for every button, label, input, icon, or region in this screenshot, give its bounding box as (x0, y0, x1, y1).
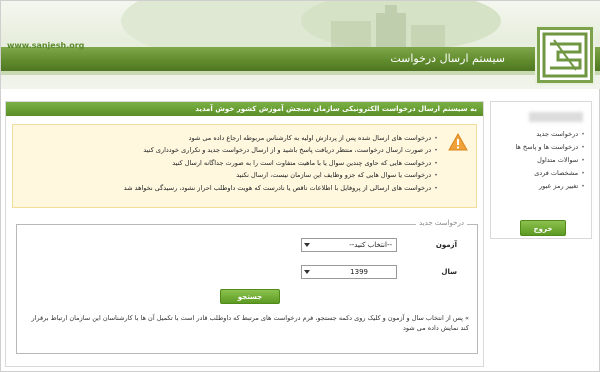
sidebar-item-requests-answers[interactable]: درخواست ها و پاسخ ها (515, 141, 585, 154)
building-illustration (331, 5, 445, 47)
exam-select-value: --انتخاب کنید-- (349, 241, 392, 249)
header-strip-border (1, 71, 600, 75)
sidebar-item-new-request[interactable]: درخواست جدید (515, 128, 585, 141)
notice-item: درخواست یا سوال هایی که جزو وظایف این سا… (124, 169, 438, 181)
year-label: سال (441, 268, 457, 276)
site-url[interactable]: www.sanjesh.org (7, 41, 84, 50)
welcome-bar: به سیستم ارسال درخواست الکترونیکی سازمان… (6, 102, 483, 116)
page-frame: www.sanjesh.org سیستم ارسال درخواست به س… (0, 0, 600, 372)
main-panel: به سیستم ارسال درخواست الکترونیکی سازمان… (5, 101, 484, 367)
new-request-fieldset: درخواست جدید آزمون --انتخاب کنید-- سال 1… (16, 219, 478, 354)
chevron-down-icon (304, 270, 310, 274)
sanjesh-logo (537, 27, 593, 83)
year-select[interactable]: 1399 (301, 265, 397, 279)
notice-item: درخواست های ارسال شده پس از پردازش اولیه… (124, 132, 438, 144)
header-banner: www.sanjesh.org سیستم ارسال درخواست (1, 1, 600, 89)
notice-list: درخواست های ارسال شده پس از پردازش اولیه… (124, 132, 438, 194)
notice-item: درخواست های ارسالی از پروفایل با اطلاعات… (124, 182, 438, 194)
notice-item: درخواست هایی که حاوی چندین سوال یا با ما… (124, 157, 438, 169)
notice-box: درخواست های ارسال شده پس از پردازش اولیه… (12, 124, 477, 208)
user-name-blurred (529, 112, 583, 122)
warning-icon (448, 133, 468, 151)
search-button[interactable]: جستجو (220, 289, 280, 304)
sidebar-item-change-password[interactable]: تغییر رمز عبور (515, 180, 585, 193)
sidebar: درخواست جدید درخواست ها و پاسخ ها سوالات… (490, 101, 592, 239)
exam-select[interactable]: --انتخاب کنید-- (301, 238, 397, 252)
year-select-value: 1399 (350, 268, 368, 276)
exam-label: آزمون (435, 241, 457, 249)
sidebar-menu: درخواست جدید درخواست ها و پاسخ ها سوالات… (515, 128, 585, 193)
logo-icon (542, 32, 588, 78)
chevron-down-icon (304, 243, 310, 247)
site-title: سیستم ارسال درخواست (390, 52, 505, 65)
logout-button[interactable]: خروج (520, 220, 566, 236)
header-strip (1, 47, 600, 71)
help-note: » پس از انتخاب سال و آزمون و کلیک روی دک… (31, 314, 469, 332)
sidebar-item-faq[interactable]: سوالات متداول (515, 154, 585, 167)
sidebar-item-profile[interactable]: مشخصات فردی (515, 167, 585, 180)
notice-item: در صورت ارسال درخواست، منتظر دریافت پاسخ… (124, 144, 438, 156)
fieldset-legend: درخواست جدید (416, 219, 467, 227)
